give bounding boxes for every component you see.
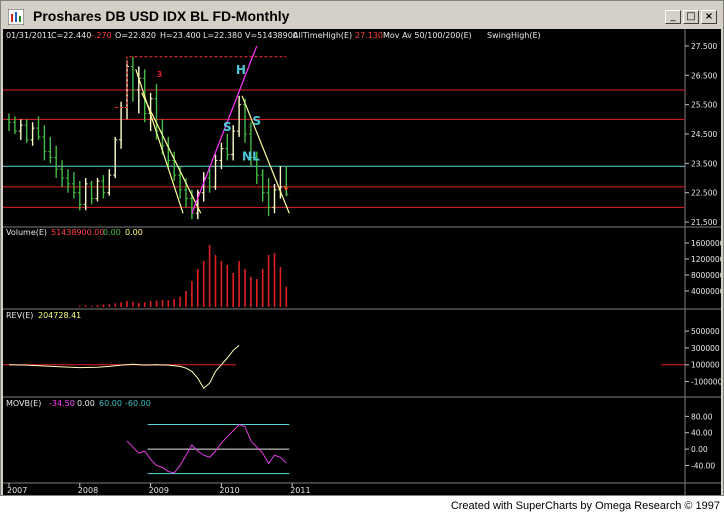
header-volume: V=51438900 — [245, 31, 298, 40]
movb-panel-v3: 60.00 — [99, 399, 122, 408]
volume-panel — [79, 245, 288, 307]
movb-axis-tick-label: 80.00 — [691, 412, 713, 421]
header-date: 01/31/2011 — [6, 31, 52, 40]
movb-panel-value: -34.50 — [49, 399, 75, 408]
pattern-label-4: 3 — [157, 70, 163, 79]
volume-panel-v2: 0.00 — [103, 228, 121, 237]
price-axis-tick-label: 23.500 — [691, 159, 717, 168]
trendline-1 — [141, 92, 202, 214]
maximize-button[interactable]: □ — [683, 10, 699, 24]
header-high: H=23.400 — [160, 31, 201, 40]
header-indicator3: SwingHigh(E) — [487, 31, 541, 40]
time-tick-label: 2007 — [7, 486, 27, 495]
chart-app-icon — [8, 9, 24, 25]
price-axis-tick-label: 27.500 — [691, 42, 717, 51]
volume-axis-tick-label: 8000000 — [691, 271, 721, 280]
rev-axis-tick-label: -100000 — [691, 378, 721, 387]
movb-panel-v4: -60.00 — [125, 399, 151, 408]
header-close: C=22.440 — [51, 31, 91, 40]
pattern-label-2: S — [252, 114, 261, 128]
chart-window: Proshares DB USD IDX BL FD-Monthly _ □ ×… — [0, 0, 724, 496]
movb-panel — [126, 423, 290, 475]
movb-panel-label: MOVB(E) — [6, 399, 41, 408]
header-indicator1-value: 27.130 — [355, 31, 383, 40]
price-panel: H S S NL 3 — [3, 45, 685, 220]
movb-axis-tick-label: 40.00 — [691, 429, 713, 438]
chart-canvas[interactable]: 01/31/2011 C=22.440 -.270 O=22.820 H=23.… — [3, 29, 721, 495]
window-title: Proshares DB USD IDX BL FD-Monthly — [33, 8, 290, 24]
minimize-button[interactable]: _ — [665, 10, 681, 24]
volume-axis-tick-label: 1600000 — [691, 239, 721, 248]
price-axis-tick-label: 21.500 — [691, 218, 717, 227]
all-time-high-line — [115, 56, 287, 109]
volume-axis-tick-label: 4000000 — [691, 287, 721, 296]
header-change: -.270 — [91, 31, 112, 40]
header-open: O=22.820 — [115, 31, 156, 40]
price-axis-tick-label: 25.500 — [691, 101, 717, 110]
close-button[interactable]: × — [701, 10, 717, 24]
volume-panel-value: 51438900.00 — [51, 228, 104, 237]
header-low: L=22.380 — [203, 31, 242, 40]
time-tick-label: 2009 — [149, 486, 169, 495]
time-axis: 2007 2008 2009 2010 2011 — [7, 483, 311, 495]
volume-axis-tick-label: 1200000 — [691, 255, 721, 264]
title-bar[interactable]: Proshares DB USD IDX BL FD-Monthly _ □ × — [3, 3, 721, 29]
rev-panel-label: REV(E) — [6, 311, 33, 320]
price-axis-tick-label: 22.500 — [691, 189, 717, 198]
pattern-label-0: H — [236, 63, 246, 77]
time-tick-label: 2008 — [78, 486, 98, 495]
time-tick-label: 2010 — [219, 486, 239, 495]
movb-axis-tick-label: -40.00 — [691, 461, 715, 470]
value-axis: 27.500 26.500 25.500 24.500 23.500 22.500 21.5… — [685, 42, 721, 470]
volume-panel-v3: 0.00 — [125, 228, 143, 237]
header-indicator1: AllTimeHigh(E) — [293, 31, 352, 40]
rev-panel — [3, 345, 685, 390]
rev-line — [8, 345, 240, 390]
trendline-0 — [135, 69, 184, 214]
volume-panel-label: Volume(E) — [6, 228, 47, 237]
chart-area[interactable]: 01/31/2011 C=22.440 -.270 O=22.820 H=23.… — [3, 29, 721, 495]
header-indicator2: Mov Av 50/100/200(E) — [383, 31, 472, 40]
rev-axis-tick-label: 100000 — [691, 361, 720, 370]
pattern-label-1: S — [223, 120, 232, 134]
footer-credit: Created with SuperCharts by Omega Resear… — [450, 500, 720, 512]
rev-panel-value: 204728.41 — [38, 311, 81, 320]
price-axis-tick-label: 24.500 — [691, 130, 717, 139]
movb-panel-v2: 0.00 — [77, 399, 95, 408]
price-axis-tick-label: 26.500 — [691, 71, 717, 80]
movb-axis-tick-label: 0.00 — [691, 445, 708, 454]
pattern-label-3: NL — [242, 149, 260, 163]
rev-axis-tick-label: 500000 — [691, 327, 720, 336]
time-tick-label: 2011 — [290, 486, 310, 495]
rev-axis-tick-label: 300000 — [691, 344, 720, 353]
